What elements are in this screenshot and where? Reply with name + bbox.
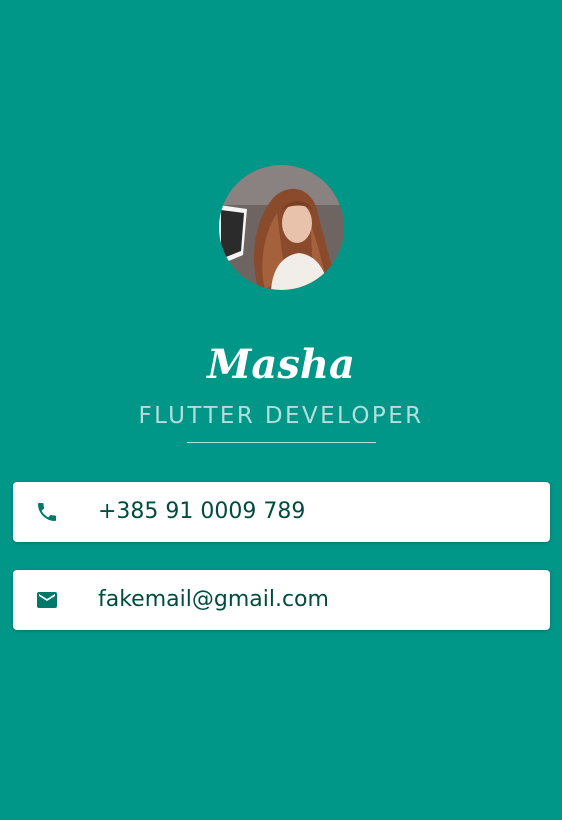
mail-icon — [33, 588, 61, 612]
phone-card[interactable]: +385 91 0009 789 — [13, 482, 550, 542]
divider — [187, 442, 376, 443]
email-address: fakemail@gmail.com — [98, 587, 329, 612]
profile-name: Masha — [207, 341, 355, 388]
email-card[interactable]: fakemail@gmail.com — [13, 570, 550, 630]
profile-title: FLUTTER DEVELOPER — [138, 403, 424, 429]
avatar-photo — [219, 165, 344, 290]
phone-number: +385 91 0009 789 — [98, 499, 306, 524]
profile-card-screen: Masha FLUTTER DEVELOPER +385 91 0009 789… — [0, 0, 562, 820]
avatar — [219, 165, 344, 290]
phone-icon — [33, 500, 61, 524]
